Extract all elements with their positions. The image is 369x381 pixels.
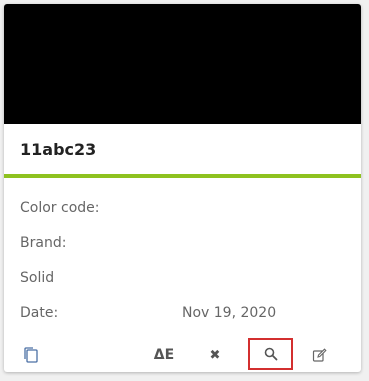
search-icon (264, 347, 277, 361)
accent-bar (4, 174, 361, 178)
delta-e-button[interactable]: ΔE (150, 339, 178, 371)
edit-button[interactable] (308, 339, 330, 371)
color-code-label: Color code: (20, 200, 100, 216)
edit-icon (312, 347, 327, 362)
finish-label: Solid (20, 270, 55, 286)
copy-icon (24, 347, 38, 363)
date-label: Date: (20, 305, 59, 321)
color-card: 11abc23 Color code: Brand: Solid Date: N… (4, 4, 361, 372)
remove-button[interactable]: ✖ (205, 339, 225, 371)
date-value: Nov 19, 2020 (182, 305, 277, 321)
search-button[interactable] (248, 338, 293, 370)
card-title: 11abc23 (20, 140, 97, 159)
color-swatch (4, 4, 361, 124)
brand-label: Brand: (20, 235, 67, 251)
copy-button[interactable] (18, 339, 44, 371)
